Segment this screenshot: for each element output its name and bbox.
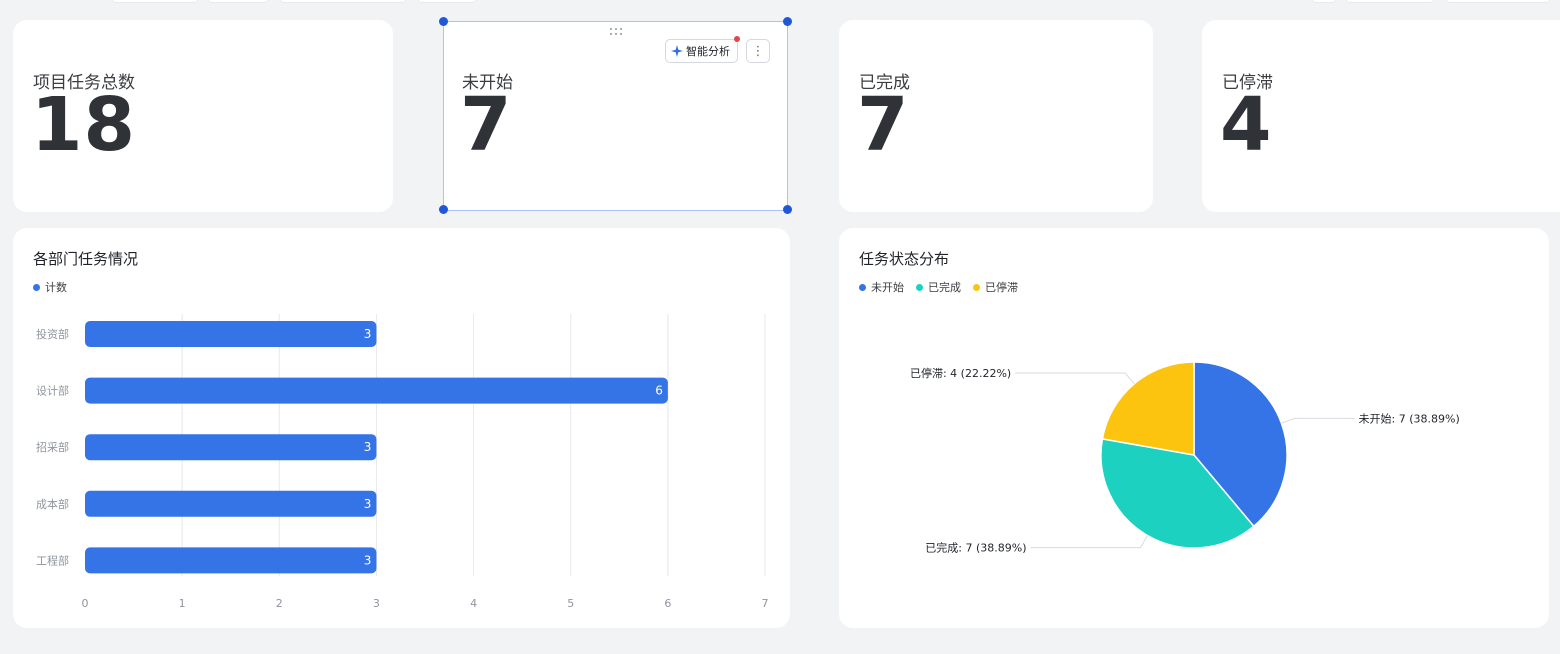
pie-chart: 未开始: 7 (38.89%) 已完成: 7 (38.89%) 已停滞: 4 (22… [910, 361, 1460, 555]
pie-label-line [1015, 372, 1135, 385]
smart-analysis-button[interactable]: 智能分析 [665, 36, 740, 63]
notification-dot [734, 36, 740, 42]
pie-slice-label: 未开始: 7 (38.89%) [1359, 411, 1460, 425]
toolbar-stub[interactable] [1346, 0, 1434, 2]
pie-chart-card[interactable]: 任务状态分布 未开始 已完成 已停滞 未开始: 7 (38.89%) 已完成: 7… [839, 228, 1549, 628]
y-category-label: 设计部 [36, 384, 69, 398]
bar-data-label: 3 [364, 440, 372, 454]
y-category-label: 招采部 [36, 440, 69, 454]
kpi-value: 18 [31, 82, 136, 168]
x-tick-label: 6 [664, 597, 671, 610]
bar-成本部[interactable] [85, 490, 377, 517]
y-category-label: 投资部 [36, 327, 69, 341]
kpi-card-completed[interactable]: 已完成 7 [839, 20, 1153, 212]
x-tick-label: 1 [179, 597, 186, 610]
bar-工程部[interactable] [85, 547, 377, 574]
x-tick-label: 5 [567, 597, 574, 610]
smart-analysis-label: 智能分析 [686, 45, 730, 58]
bar-chart-card[interactable]: 各部门任务情况 计数 0 1 2 3 4 5 6 7 投资部 3 设计部 6 招采部 3 成本部 3 工程部 3 [13, 228, 790, 628]
resize-handle[interactable] [783, 205, 792, 214]
kpi-value: 7 [460, 82, 513, 168]
toolbar-stub[interactable] [1312, 0, 1336, 2]
kpi-value: 7 [857, 82, 910, 168]
bar-data-label: 3 [364, 553, 372, 567]
bar-投资部[interactable] [85, 321, 377, 347]
sparkle-icon [671, 45, 683, 57]
y-category-label: 成本部 [36, 497, 69, 511]
pie-label-line [1030, 535, 1148, 549]
resize-handle[interactable] [439, 17, 448, 26]
x-tick-label: 4 [470, 597, 477, 610]
bar-data-label: 3 [364, 497, 372, 511]
kpi-card-not-started[interactable]: 智能分析 ⋮ 未开始 7 [443, 21, 788, 211]
drag-handle-icon[interactable] [610, 28, 624, 36]
pie-slice-label: 已完成: 7 (38.89%) [925, 541, 1026, 555]
more-options-button[interactable]: ⋮ [746, 39, 770, 63]
resize-handle[interactable] [783, 17, 792, 26]
pie-label-line [1281, 417, 1355, 424]
bar-data-label: 6 [655, 384, 663, 398]
kpi-card-stalled[interactable]: 已停滞 4 [1202, 20, 1560, 212]
x-tick-label: 0 [82, 597, 89, 610]
kpi-value: 4 [1220, 82, 1273, 168]
y-category-label: 工程部 [36, 553, 69, 567]
toolbar-stub[interactable] [418, 0, 476, 2]
pie-slice-已停滞[interactable] [1101, 361, 1195, 456]
bar-设计部[interactable] [85, 377, 668, 404]
bar-chart: 0 1 2 3 4 5 6 7 投资部 3 设计部 6 招采部 3 成本部 3 工程部 3 [36, 314, 769, 610]
x-tick-label: 7 [762, 597, 769, 610]
toolbar-stub[interactable] [280, 0, 406, 2]
dashboard-page: 项目任务总数 18 智能分析 ⋮ 未开始 7 已完成 7 已停滞 4 各部门任务… [0, 0, 1560, 654]
resize-handle[interactable] [439, 205, 448, 214]
bar-data-label: 3 [364, 327, 372, 341]
toolbar-stub[interactable] [112, 0, 198, 2]
toolbar-stub[interactable] [208, 0, 268, 2]
x-tick-label: 3 [373, 597, 380, 610]
kpi-card-total[interactable]: 项目任务总数 18 [13, 20, 393, 212]
pie-slice-label: 已停滞: 4 (22.22%) [910, 366, 1011, 380]
bar-招采部[interactable] [85, 434, 377, 461]
x-tick-label: 2 [276, 597, 283, 610]
toolbar-stub[interactable] [1446, 0, 1550, 2]
